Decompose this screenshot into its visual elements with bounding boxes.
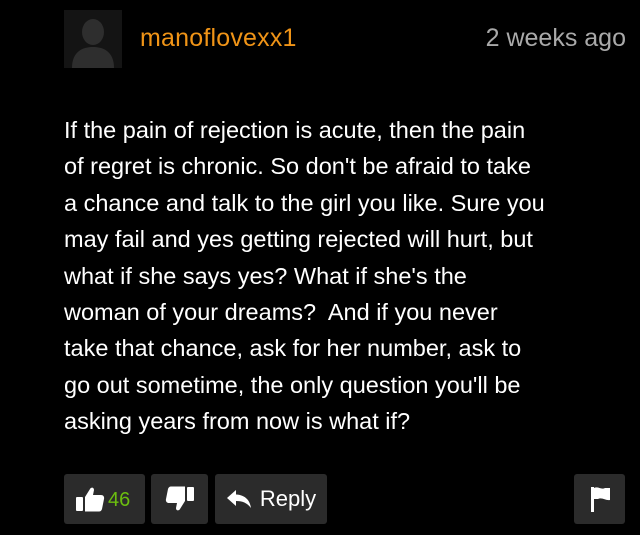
comment-body-line: woman of your dreams? And if you never bbox=[64, 299, 498, 326]
avatar[interactable] bbox=[64, 10, 122, 68]
timestamp: 2 weeks ago bbox=[485, 24, 626, 52]
dislike-button[interactable] bbox=[151, 474, 208, 524]
comment-body-line: of regret is chronic. So don't be afraid… bbox=[64, 153, 531, 180]
comment-body-line: go out sometime, the only question you'l… bbox=[64, 371, 521, 398]
like-count: 46 bbox=[108, 488, 131, 511]
comment-body-line: asking years from now is what if? bbox=[64, 408, 411, 435]
comment-body-line: a chance and talk to the girl you like. … bbox=[64, 189, 545, 216]
like-button[interactable]: 46 bbox=[64, 474, 145, 524]
reply-arrow-icon bbox=[226, 489, 252, 509]
comment-body-line: may fail and yes getting rejected will h… bbox=[64, 226, 533, 253]
comment-body-line: what if she says yes? What if she's the bbox=[64, 262, 467, 289]
comment-body-line: If the pain of rejection is acute, then … bbox=[64, 117, 526, 143]
reply-button[interactable]: Reply bbox=[215, 474, 327, 524]
thumbs-up-icon bbox=[75, 485, 105, 513]
reply-label: Reply bbox=[259, 486, 317, 511]
thumbs-down-icon bbox=[165, 485, 195, 513]
flag-icon bbox=[589, 485, 611, 513]
default-user-silhouette-icon bbox=[64, 10, 122, 68]
comment-body: If the pain of rejection is acute, then … bbox=[64, 112, 634, 440]
comment-body-line: take that chance, ask for her number, as… bbox=[64, 335, 522, 362]
comment: manoflovexx1 2 weeks ago If the pain of … bbox=[0, 0, 640, 535]
flag-button[interactable] bbox=[574, 474, 625, 524]
username[interactable]: manoflovexx1 bbox=[140, 24, 297, 53]
